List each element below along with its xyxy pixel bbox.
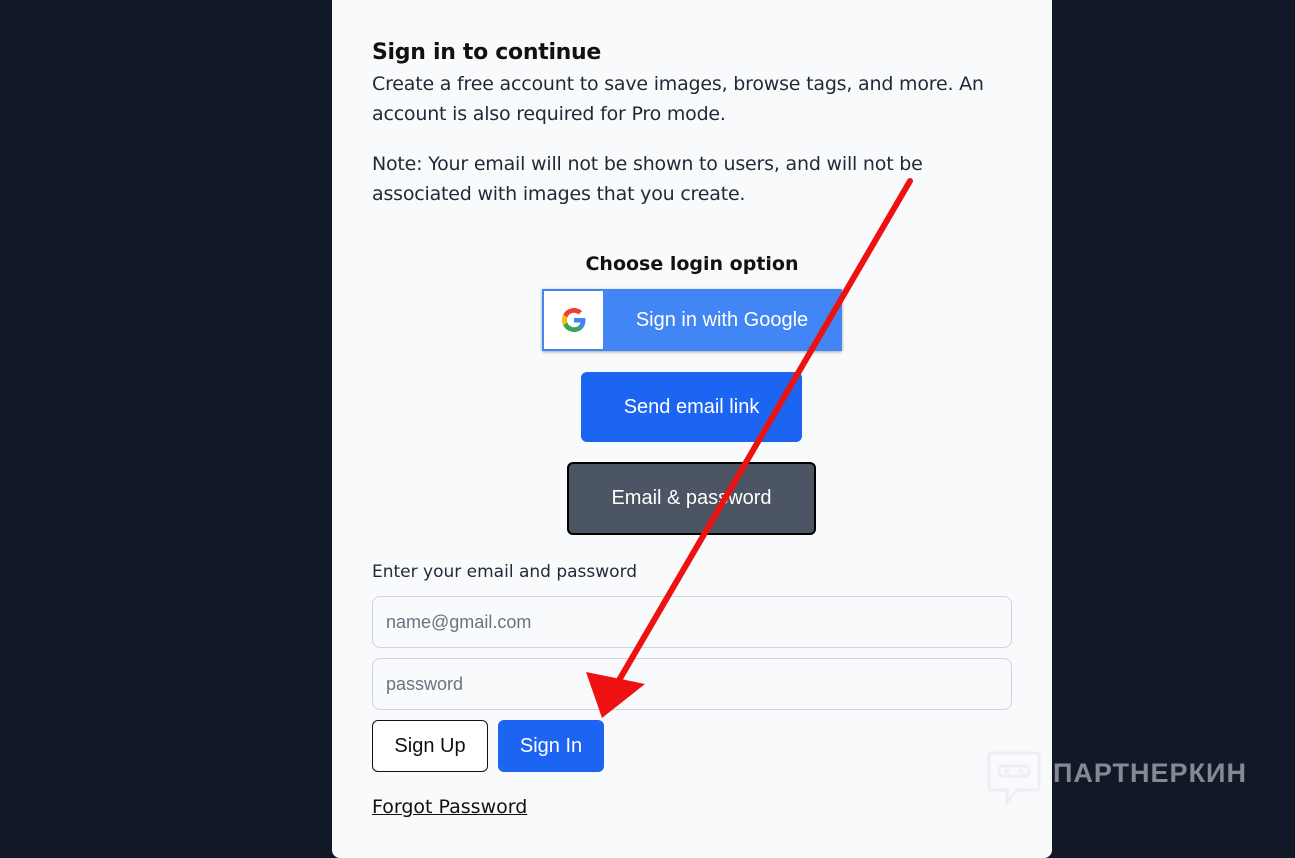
email-input[interactable] xyxy=(372,596,1012,648)
login-options-heading: Choose login option xyxy=(585,253,799,275)
watermark-text: ПАРТНЕРКИН xyxy=(1053,758,1247,788)
intro-text: Create a free account to save images, br… xyxy=(372,73,984,125)
send-email-link-button[interactable]: Send email link xyxy=(581,372,802,442)
note-text: Note: Your email will not be shown to us… xyxy=(372,153,923,205)
credentials-label: Enter your email and password xyxy=(372,562,638,582)
google-icon-box xyxy=(544,291,603,349)
page: Sign in to continue Create a free accoun… xyxy=(0,0,1295,858)
sign-in-button[interactable]: Sign In xyxy=(498,720,604,772)
card-title: Sign in to continue xyxy=(372,40,602,65)
watermark: ПАРТНЕРКИН xyxy=(987,750,1247,808)
email-password-button[interactable]: Email & password xyxy=(567,462,816,535)
google-sign-in-label: Sign in with Google xyxy=(635,309,809,331)
google-sign-in-button[interactable]: Sign in with Google xyxy=(542,289,842,351)
sign-in-card: Sign in to continue Create a free accoun… xyxy=(332,0,1052,858)
google-g-icon xyxy=(561,308,585,332)
forgot-password-link[interactable]: Forgot Password xyxy=(372,794,527,820)
chat-bubble-mask-icon xyxy=(987,751,1041,807)
password-input[interactable] xyxy=(372,658,1012,710)
sign-up-button[interactable]: Sign Up xyxy=(372,720,488,772)
